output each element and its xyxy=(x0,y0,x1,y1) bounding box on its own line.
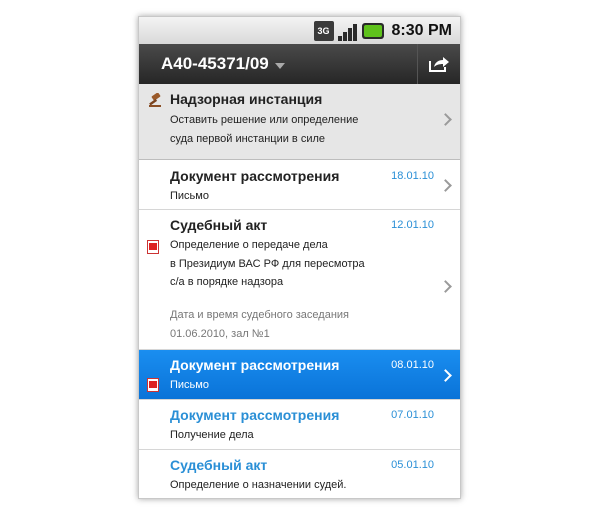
list-item-document[interactable]: Документ рассмотрения 07.01.10 Получение… xyxy=(139,400,460,450)
chevron-right-icon xyxy=(439,113,452,126)
list-item-title: Судебный акт xyxy=(170,457,268,473)
chevron-right-icon xyxy=(439,369,452,382)
hearing-date-label: Дата и время судебного заседания xyxy=(170,309,350,321)
signal-icon xyxy=(338,21,358,41)
list-item-subtitle: Письмо xyxy=(170,190,209,202)
case-event-list: Надзорная инстанция Оставить решение или… xyxy=(139,84,460,498)
share-button[interactable] xyxy=(417,44,460,84)
battery-icon xyxy=(361,22,384,39)
list-item-title: Документ рассмотрения xyxy=(170,407,340,423)
list-item-subtitle: Письмо xyxy=(170,379,209,391)
phone-frame: 3G 8:30 PM А40-45371/09 Надзорная инстан… xyxy=(138,16,461,499)
list-item-subtitle: с/а в порядке надзора xyxy=(170,276,284,288)
list-item-supervisory[interactable]: Надзорная инстанция Оставить решение или… xyxy=(139,84,460,160)
chevron-right-icon xyxy=(439,179,452,192)
list-item-date: 07.01.10 xyxy=(391,409,434,421)
list-item-subtitle: Оставить решение или определение xyxy=(170,114,359,126)
list-item-subtitle: суда первой инстанции в силе xyxy=(170,132,326,145)
list-item-title: Документ рассмотрения xyxy=(170,168,340,184)
hearing-date-value: 01.06.2010, зал №1 xyxy=(170,327,270,340)
list-item-document[interactable]: Документ рассмотрения 18.01.10 Письмо xyxy=(139,160,460,210)
list-item-date: 05.01.10 xyxy=(391,459,434,471)
network-3g-icon: 3G xyxy=(313,20,334,41)
list-item-judicial-act[interactable]: Судебный акт 12.01.10 Определение о пере… xyxy=(139,210,460,350)
list-item-title: Надзорная инстанция xyxy=(170,91,323,107)
dropdown-arrow-icon[interactable] xyxy=(274,62,285,69)
pdf-icon xyxy=(147,240,159,254)
list-item-subtitle: Получение дела xyxy=(170,429,254,441)
list-item-date: 08.01.10 xyxy=(391,359,434,371)
case-number-title[interactable]: А40-45371/09 xyxy=(161,54,269,74)
share-icon xyxy=(429,57,449,72)
list-item-subtitle: в Президиум ВАС РФ для пересмотра xyxy=(170,257,365,270)
list-item-subtitle: Определение о передаче дела xyxy=(170,239,328,251)
status-time: 8:30 PM xyxy=(391,21,452,39)
chevron-right-icon xyxy=(439,280,452,293)
list-item-document-selected[interactable]: Документ рассмотрения 08.01.10 Письмо xyxy=(139,350,460,400)
status-bar: 3G 8:30 PM xyxy=(139,17,460,44)
list-item-judicial-act[interactable]: Судебный акт 05.01.10 Определение о назн… xyxy=(139,450,460,498)
list-item-date: 12.01.10 xyxy=(391,219,434,231)
list-item-date: 18.01.10 xyxy=(391,170,434,182)
pdf-icon xyxy=(147,378,159,392)
title-bar: А40-45371/09 xyxy=(139,44,460,84)
list-item-title: Судебный акт xyxy=(170,217,268,233)
gavel-icon xyxy=(149,93,161,107)
list-item-title: Документ рассмотрения xyxy=(170,357,340,373)
list-item-subtitle: Определение о назначении судей. xyxy=(170,479,347,491)
